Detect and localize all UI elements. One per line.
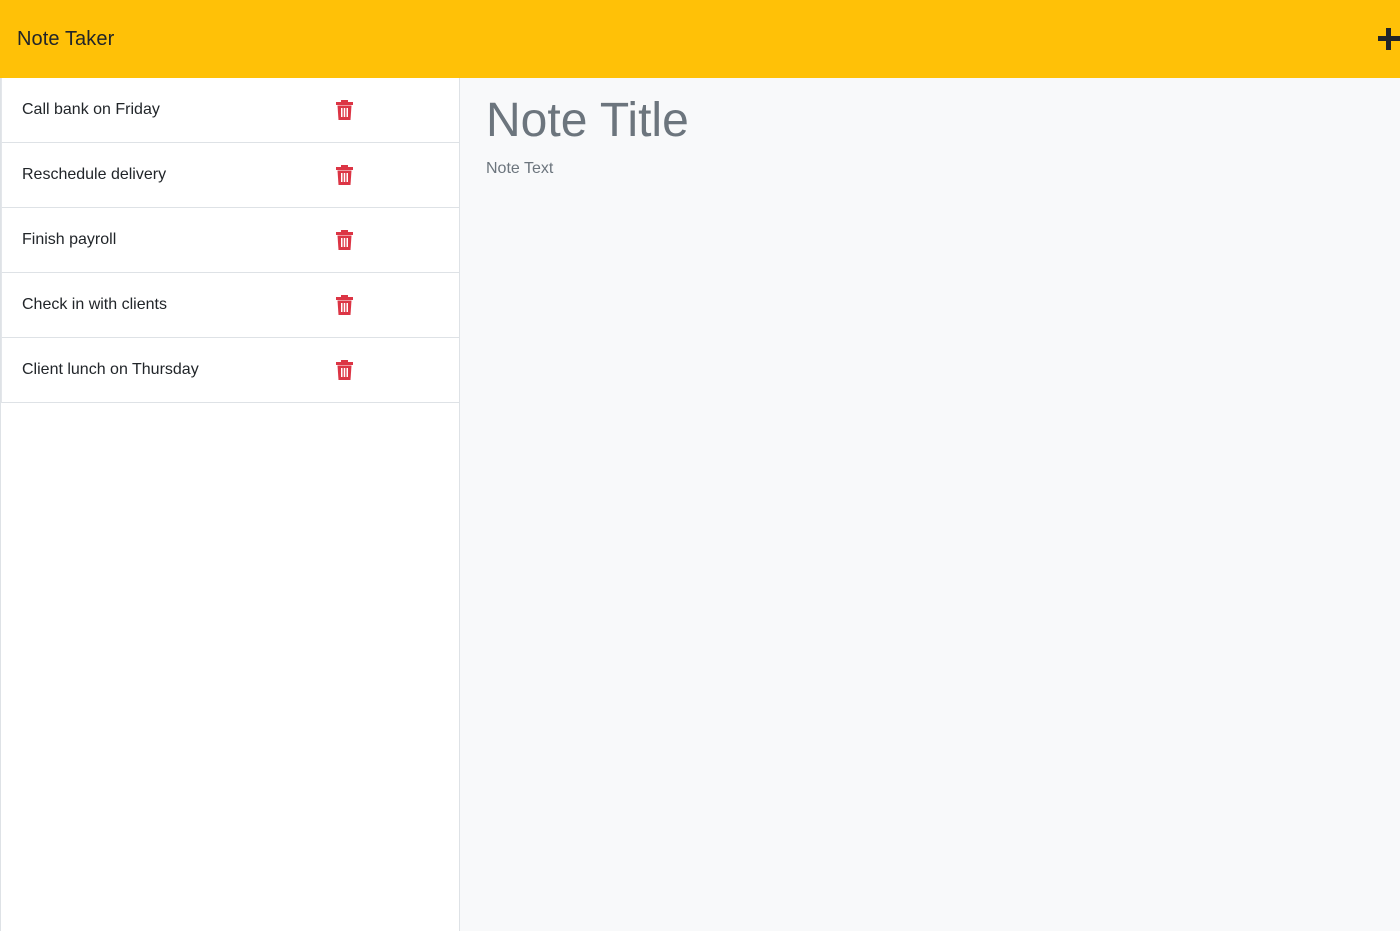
note-list-item[interactable]: Call bank on Friday xyxy=(1,78,459,143)
note-item-title[interactable]: Call bank on Friday xyxy=(22,102,160,118)
page-bottom-strip xyxy=(0,931,1400,938)
trash-icon[interactable] xyxy=(336,295,353,315)
note-text-input[interactable] xyxy=(486,160,1366,860)
plus-icon xyxy=(1378,28,1400,50)
note-sidebar: Call bank on Friday Reschedule delivery xyxy=(0,78,460,931)
note-item-title[interactable]: Check in with clients xyxy=(22,297,167,313)
new-note-button[interactable] xyxy=(1378,24,1400,54)
note-list-item[interactable]: Check in with clients xyxy=(1,273,459,338)
note-list: Call bank on Friday Reschedule delivery xyxy=(1,78,459,403)
trash-icon[interactable] xyxy=(336,165,353,185)
top-navbar: Note Taker xyxy=(0,0,1400,78)
note-editor xyxy=(460,78,1400,931)
trash-icon[interactable] xyxy=(336,360,353,380)
note-list-item[interactable]: Reschedule delivery xyxy=(1,143,459,208)
note-title-input[interactable] xyxy=(486,90,1366,150)
note-item-title[interactable]: Client lunch on Thursday xyxy=(22,362,199,378)
note-list-item[interactable]: Finish payroll xyxy=(1,208,459,273)
trash-icon[interactable] xyxy=(336,100,353,120)
note-item-title[interactable]: Reschedule delivery xyxy=(22,167,166,183)
app-brand[interactable]: Note Taker xyxy=(17,28,114,51)
trash-icon[interactable] xyxy=(336,230,353,250)
note-item-title[interactable]: Finish payroll xyxy=(22,232,116,248)
note-list-item[interactable]: Client lunch on Thursday xyxy=(1,338,459,403)
